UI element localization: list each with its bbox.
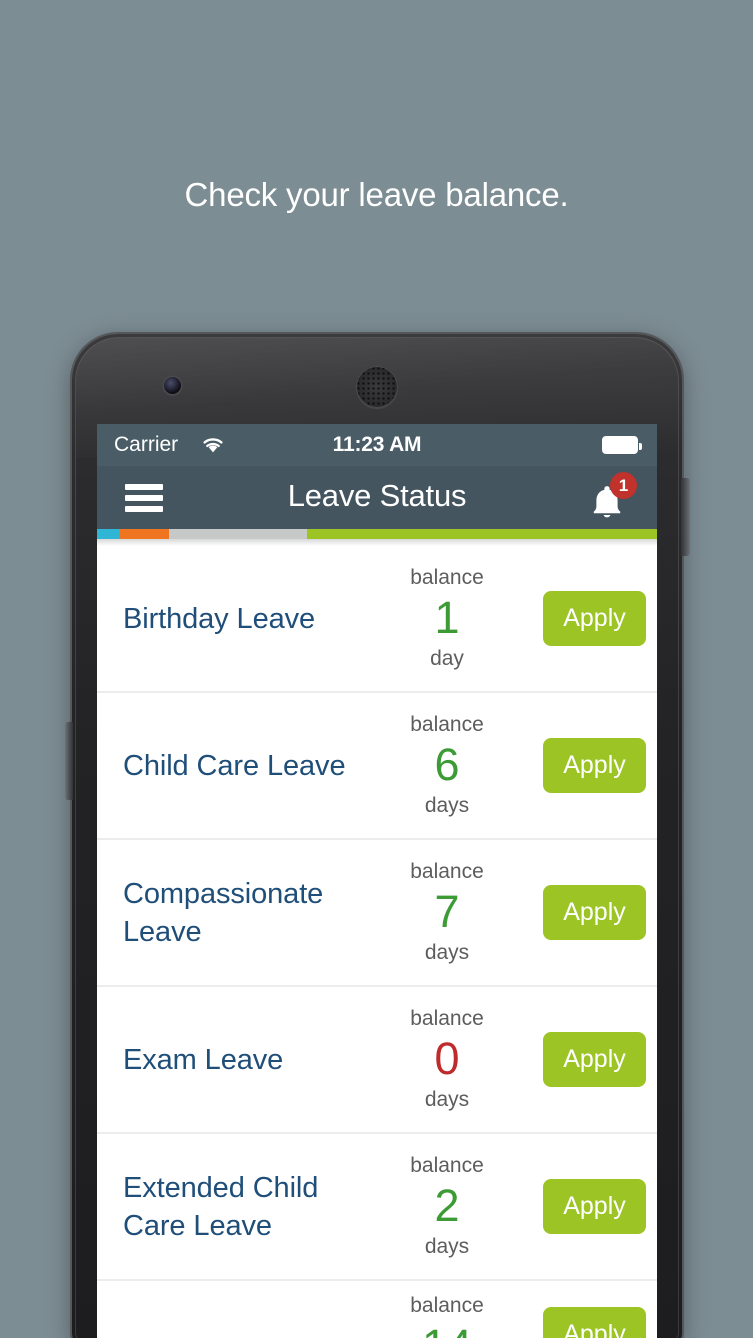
leave-type-label: [123, 1281, 381, 1338]
notification-badge: 1: [610, 472, 637, 499]
balance-unit: days: [424, 940, 470, 964]
leave-row[interactable]: balance14daysApply: [97, 1281, 657, 1338]
leave-row[interactable]: Child Care Leave balance 6 days Apply: [97, 693, 657, 840]
balance-value: 2: [434, 1179, 460, 1231]
front-camera-icon: [164, 377, 181, 394]
earpiece-speaker-icon: [356, 366, 398, 408]
leave-row[interactable]: Exam Leave balance 0 days Apply: [97, 987, 657, 1134]
leave-row[interactable]: Extended Child Care Leave balance 2 days App…: [97, 1134, 657, 1281]
page-title: Check your leave balance.: [184, 176, 569, 213]
apply-button[interactable]: Apply: [543, 591, 646, 646]
notifications-button[interactable]: 1: [588, 472, 637, 522]
nav-bar-title: Leave Status: [287, 478, 467, 513]
balance-unit: days: [424, 1234, 470, 1258]
balance-unit: days: [424, 793, 470, 817]
leave-list: Birthday Leave balance 1 day Apply Child Care…: [97, 546, 657, 1338]
phone-device-frame: Carrier 11:23 AM Leave Status 1 Birthday…: [65, 334, 690, 1338]
balance-value: 1: [434, 591, 460, 643]
leave-row[interactable]: Compassionate Leave balance 7 days Apply: [97, 840, 657, 987]
apply-button[interactable]: Apply: [543, 1179, 646, 1234]
power-button[interactable]: [681, 478, 690, 556]
balance-unit: day: [430, 646, 464, 670]
balance-unit: days: [424, 1087, 470, 1111]
balance-value: 14: [381, 1319, 513, 1338]
leave-type-label: Compassionate Leave: [123, 877, 324, 948]
segment-grey: [169, 529, 307, 539]
progress-strip: [97, 529, 657, 539]
status-bar: Carrier 11:23 AM: [97, 424, 657, 466]
balance-caption: balance: [410, 1006, 484, 1030]
balance-caption: balance: [410, 712, 484, 736]
battery-full-icon: [602, 436, 642, 454]
leave-balance-group: balance 2 days: [381, 1153, 513, 1261]
segment-green: [307, 529, 657, 539]
leave-type-label: Extended Child Care Leave: [123, 1171, 319, 1242]
volume-rocker-button[interactable]: [65, 722, 73, 800]
leave-type-label: Birthday Leave: [123, 602, 316, 635]
apply-button[interactable]: Apply: [543, 1307, 646, 1338]
balance-caption: balance: [410, 859, 484, 883]
balance-caption: balance: [410, 565, 484, 589]
nav-bar: Leave Status 1: [97, 466, 657, 529]
leave-balance-group: balance14days: [381, 1281, 513, 1338]
leave-balance-group: balance 1 day: [381, 565, 513, 673]
leave-balance-group: balance 6 days: [381, 712, 513, 820]
segment-orange: [119, 529, 169, 539]
balance-value: 0: [434, 1032, 460, 1084]
leave-type-label: Exam Leave: [123, 1043, 284, 1076]
apply-button[interactable]: Apply: [543, 885, 646, 940]
leave-balance-group: balance 7 days: [381, 859, 513, 967]
apply-button[interactable]: Apply: [543, 1032, 646, 1087]
balance-value: 7: [434, 885, 460, 937]
leave-balance-group: balance 0 days: [381, 1006, 513, 1114]
balance-caption: balance: [410, 1153, 484, 1177]
phone-screen: Carrier 11:23 AM Leave Status 1 Birthday…: [97, 424, 657, 1338]
list-top-shadow: [97, 539, 657, 546]
balance-caption: balance: [410, 1294, 484, 1317]
leave-type-label: Child Care Leave: [123, 749, 346, 782]
apply-button[interactable]: Apply: [543, 738, 646, 793]
segment-cyan: [97, 529, 119, 539]
balance-value: 6: [434, 738, 460, 790]
status-bar-clock: 11:23 AM: [332, 433, 422, 456]
leave-row[interactable]: Birthday Leave balance 1 day Apply: [97, 546, 657, 693]
